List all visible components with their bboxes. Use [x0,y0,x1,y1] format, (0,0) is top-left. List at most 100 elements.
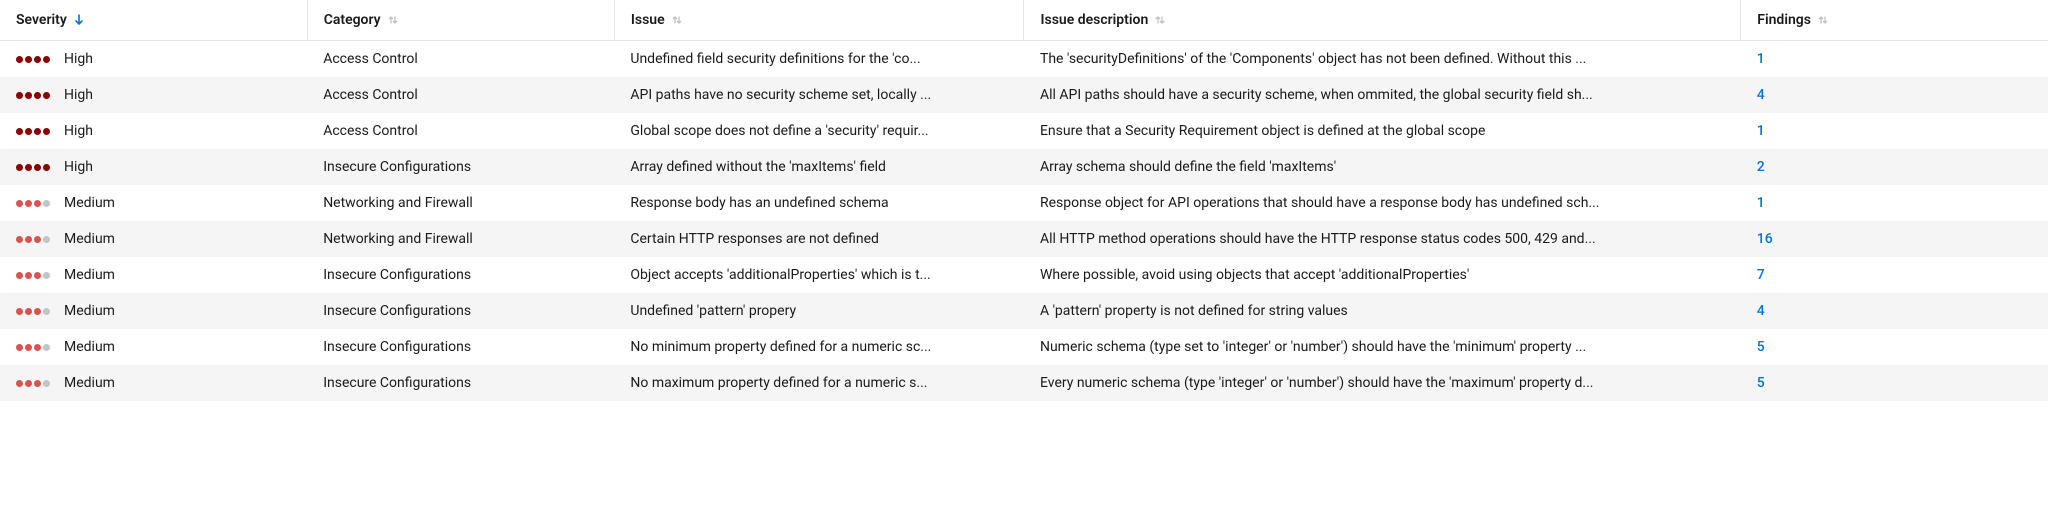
issue-cell: Undefined 'pattern' propery [614,293,1024,329]
category-cell: Access Control [307,77,614,113]
severity-label: Medium [64,267,115,283]
description-cell: Where possible, avoid using objects that… [1024,257,1741,293]
severity-label: Medium [64,339,115,355]
table-row[interactable]: Medium Insecure ConfigurationsObject acce… [0,257,2048,293]
severity-cell: High [0,77,307,113]
severity-label: Medium [64,195,115,211]
severity-dots-icon [16,380,50,387]
findings-cell: 5 [1741,329,2048,365]
description-cell: Ensure that a Security Requirement objec… [1024,113,1741,149]
findings-cell: 1 [1741,113,2048,149]
sort-neutral-icon [387,14,399,26]
column-header-description[interactable]: Issue description [1024,0,1741,41]
severity-cell: Medium [0,293,307,329]
column-header-label: Category [324,12,381,28]
severity-label: High [64,159,93,175]
table-row[interactable]: HighAccess ControlGlobal scope does not … [0,113,2048,149]
sort-neutral-icon [1154,14,1166,26]
table-row[interactable]: High Access ControlUndefined field securi… [0,41,2048,78]
severity-cell: Medium [0,329,307,365]
findings-cell: 7 [1741,257,2048,293]
category-cell: Insecure Configurations [307,329,614,365]
severity-dots-icon [16,200,50,207]
description-cell: All API paths should have a security sch… [1024,77,1741,113]
severity-cell: Medium [0,257,307,293]
findings-link[interactable]: 4 [1757,303,1765,319]
column-header-label: Issue description [1040,12,1148,28]
severity-label: Medium [64,231,115,247]
severity-dots-icon [16,164,50,171]
column-header-label: Findings [1757,12,1811,28]
category-cell: Access Control [307,41,614,78]
category-cell: Networking and Firewall [307,221,614,257]
severity-dots-icon [16,56,50,63]
sort-neutral-icon [671,14,683,26]
severity-cell: Medium [0,365,307,401]
severity-cell: High [0,113,307,149]
table-row[interactable]: High Access ControlAPI paths have no secu… [0,77,2048,113]
findings-cell: 2 [1741,149,2048,185]
issue-cell: Array defined without the 'maxItems' fie… [614,149,1024,185]
column-header-findings[interactable]: Findings [1741,0,2048,41]
issues-table: Severity Category Issue Issue descriptio… [0,0,2048,401]
column-header-severity[interactable]: Severity [0,0,307,41]
table-header-row: Severity Category Issue Issue descriptio… [0,0,2048,41]
table-row[interactable]: Medium Networking and FirewallCertain HTT… [0,221,2048,257]
issue-cell: Object accepts 'additionalProperties' wh… [614,257,1024,293]
description-cell: All HTTP method operations should have t… [1024,221,1741,257]
findings-cell: 16 [1741,221,2048,257]
severity-label: High [64,87,93,103]
findings-cell: 1 [1741,41,2048,78]
findings-cell: 4 [1741,77,2048,113]
column-header-label: Issue [631,12,665,28]
issue-cell: No maximum property defined for a numeri… [614,365,1024,401]
table-row[interactable]: Medium Insecure ConfigurationsUndefined '… [0,293,2048,329]
severity-dots-icon [16,92,50,99]
table-row[interactable]: MediumInsecure ConfigurationsNo maximum … [0,365,2048,401]
sort-neutral-icon [1817,14,1829,26]
table-row[interactable]: MediumNetworking and FirewallResponse bo… [0,185,2048,221]
findings-cell: 5 [1741,365,2048,401]
findings-link[interactable]: 7 [1757,267,1765,283]
issue-cell: API paths have no security scheme set, l… [614,77,1024,113]
findings-link[interactable]: 1 [1757,51,1765,67]
issue-cell: Undefined field security definitions for… [614,41,1024,78]
table-row[interactable]: HighInsecure ConfigurationsArray defined… [0,149,2048,185]
severity-label: Medium [64,303,115,319]
findings-link[interactable]: 16 [1757,231,1773,247]
category-cell: Insecure Configurations [307,257,614,293]
description-cell: Array schema should define the field 'ma… [1024,149,1741,185]
findings-link[interactable]: 5 [1757,375,1765,391]
column-header-category[interactable]: Category [307,0,614,41]
description-cell: Response object for API operations that … [1024,185,1741,221]
category-cell: Access Control [307,113,614,149]
description-cell: A 'pattern' property is not defined for … [1024,293,1741,329]
issue-cell: Certain HTTP responses are not defined [614,221,1024,257]
severity-cell: Medium [0,221,307,257]
column-header-label: Severity [16,12,67,28]
findings-link[interactable]: 4 [1757,87,1765,103]
category-cell: Networking and Firewall [307,185,614,221]
findings-link[interactable]: 1 [1757,195,1765,211]
description-cell: Numeric schema (type set to 'integer' or… [1024,329,1741,365]
severity-cell: High [0,149,307,185]
findings-link[interactable]: 1 [1757,123,1765,139]
column-header-issue[interactable]: Issue [614,0,1024,41]
findings-link[interactable]: 2 [1757,159,1765,175]
category-cell: Insecure Configurations [307,293,614,329]
severity-dots-icon [16,272,50,279]
issue-cell: No minimum property defined for a numeri… [614,329,1024,365]
severity-dots-icon [16,128,50,135]
table-row[interactable]: Medium Insecure ConfigurationsNo minimum … [0,329,2048,365]
description-cell: The 'securityDefinitions' of the 'Compon… [1024,41,1741,78]
severity-cell: Medium [0,185,307,221]
issue-cell: Global scope does not define a 'security… [614,113,1024,149]
severity-cell: High [0,41,307,78]
severity-dots-icon [16,344,50,351]
severity-label: Medium [64,375,115,391]
findings-link[interactable]: 5 [1757,339,1765,355]
description-cell: Every numeric schema (type 'integer' or … [1024,365,1741,401]
sort-active-down-icon [73,14,85,26]
severity-label: High [64,51,93,67]
findings-cell: 1 [1741,185,2048,221]
